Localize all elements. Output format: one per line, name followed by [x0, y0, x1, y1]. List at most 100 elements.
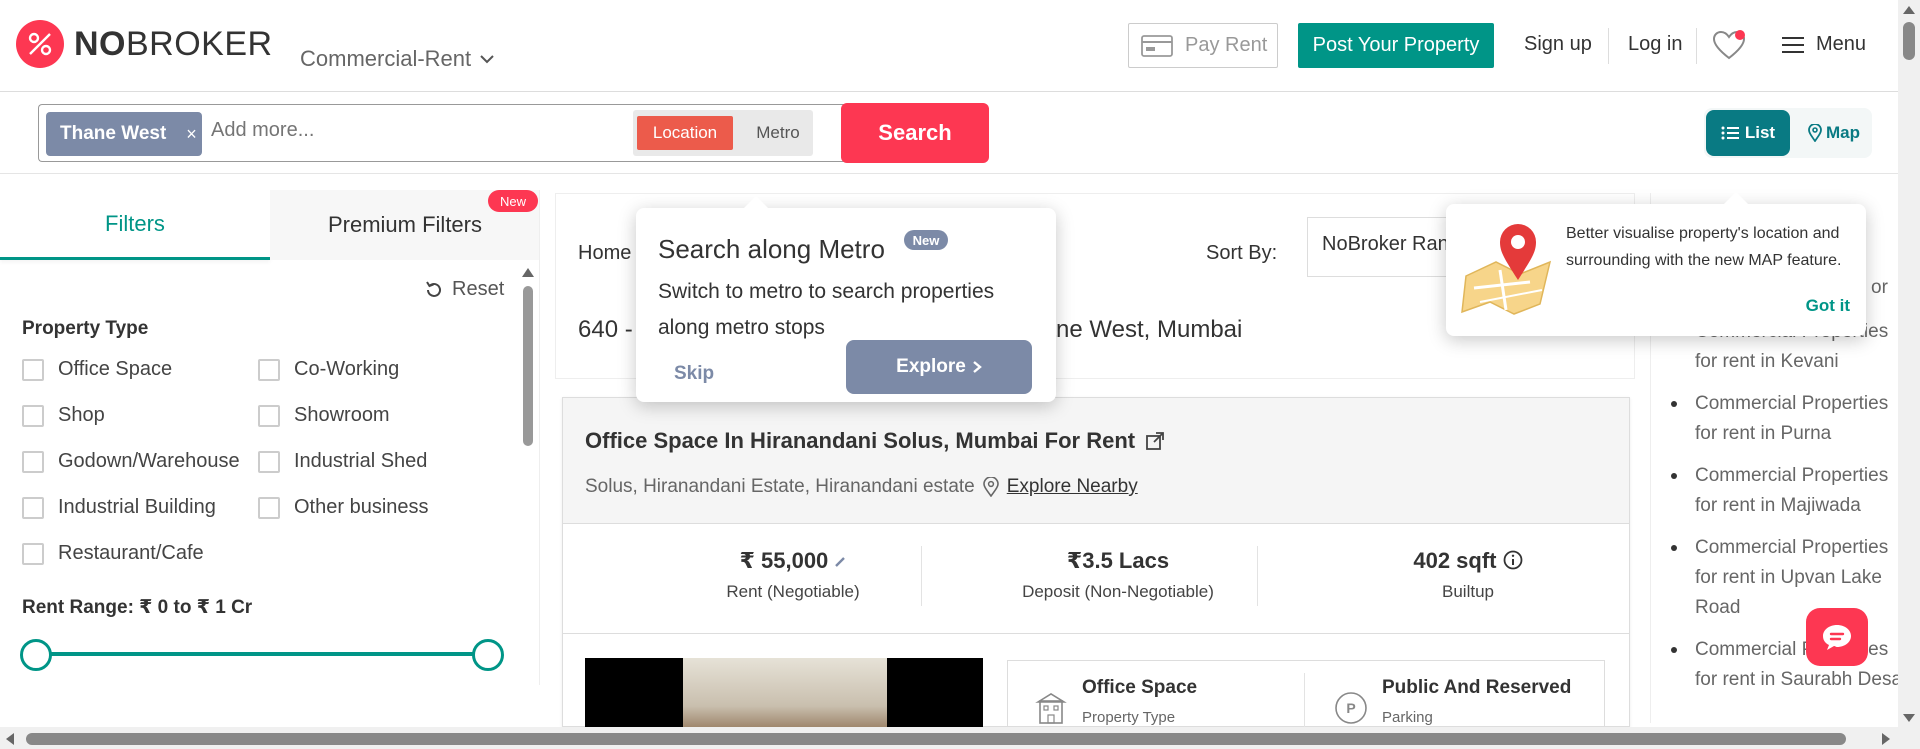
map-illustration-icon — [1461, 224, 1552, 315]
horizontal-scrollbar-thumb[interactable] — [26, 733, 1846, 745]
location-chip[interactable]: Thane West × — [46, 112, 202, 156]
reset-icon — [426, 280, 441, 297]
search-button[interactable]: Search — [841, 103, 989, 163]
checkbox-showroom[interactable]: Showroom — [258, 404, 390, 427]
rent-slider-track[interactable] — [36, 652, 488, 656]
checkbox-godown-warehouse[interactable]: Godown/Warehouse — [22, 450, 240, 473]
related-partial-text: or — [1871, 277, 1888, 298]
log-in-link[interactable]: Log in — [1628, 33, 1683, 56]
property-type-detail: Office Space Property Type — [1034, 677, 1197, 726]
search-input[interactable] — [211, 119, 611, 142]
result-location: ane West, Mumbai — [1042, 316, 1243, 343]
category-label: Commercial-Rent — [300, 46, 472, 71]
menu-label: Menu — [1816, 33, 1867, 55]
tab-filters[interactable]: Filters — [0, 190, 270, 260]
rent-slider-min-handle[interactable] — [20, 639, 52, 671]
sort-label: Sort By: — [1206, 242, 1278, 264]
credit-card-icon — [1141, 34, 1173, 57]
map-tooltip-body: Better visualise property's location and… — [1566, 225, 1842, 269]
filter-scroll-up[interactable] — [522, 268, 534, 277]
explore-button[interactable]: Explore — [846, 340, 1032, 394]
parking-detail: P Public And Reserved Parking — [1334, 677, 1571, 726]
edit-icon — [835, 557, 846, 567]
horizontal-scroll-right[interactable] — [1882, 733, 1890, 745]
location-mode-button[interactable]: Location — [637, 116, 733, 150]
filter-scrollbar-thumb[interactable] — [523, 286, 533, 446]
area-label: Builtup — [1442, 582, 1494, 601]
metro-tooltip: Search along Metro New Switch to metro t… — [636, 196, 1056, 402]
vertical-scrollbar-thumb[interactable] — [1903, 22, 1915, 60]
close-icon[interactable]: × — [186, 124, 197, 145]
checkbox-other-business[interactable]: Other business — [258, 496, 429, 519]
view-toggle: List Map — [1704, 108, 1872, 158]
stat-divider — [921, 546, 922, 606]
deposit-label: Deposit (Non-Negotiable) — [1022, 582, 1214, 601]
map-pin-icon — [1808, 124, 1822, 142]
metro-tooltip-body: Switch to metro to search properties alo… — [658, 280, 995, 339]
chevron-down-icon — [480, 55, 494, 64]
external-link-icon[interactable] — [1145, 431, 1165, 451]
rent-range-label: Rent Range: ₹ 0 to ₹ 1 Cr — [22, 597, 253, 618]
property-photo[interactable] — [585, 658, 983, 738]
explore-nearby-link[interactable]: Explore Nearby — [1007, 476, 1138, 498]
checkbox-restaurant-cafe[interactable]: Restaurant/Cafe — [22, 542, 204, 565]
logo-icon — [16, 20, 64, 68]
card-title-link[interactable]: Office Space In Hiranandani Solus, Mumba… — [585, 428, 1165, 454]
checkbox-shop[interactable]: Shop — [22, 404, 105, 427]
related-link-upvan-lake-road[interactable]: Commercial Properties for rent in Upvan … — [1671, 533, 1898, 623]
header-divider — [1696, 28, 1697, 64]
related-link-majiwada[interactable]: Commercial Properties for rent in Majiwa… — [1671, 461, 1898, 521]
property-type-label: Property Type — [1082, 709, 1176, 726]
explore-label: Explore — [896, 356, 966, 377]
building-icon — [1035, 693, 1067, 724]
rent-slider-max-handle[interactable] — [472, 639, 504, 671]
brand-name: NOBROKER — [74, 24, 273, 63]
header-divider — [1608, 28, 1609, 64]
horizontal-scroll-left[interactable] — [6, 733, 14, 745]
checkbox-co-working[interactable]: Co-Working — [258, 358, 399, 381]
notification-dot — [1735, 30, 1745, 40]
chat-icon — [1823, 625, 1851, 650]
reset-label: Reset — [452, 278, 505, 300]
checkbox-office-space[interactable]: Office Space — [22, 358, 172, 381]
card-divider — [563, 633, 1629, 634]
brand-logo[interactable]: NOBROKER — [16, 20, 273, 68]
map-view-button[interactable]: Map — [1808, 110, 1860, 156]
reset-button[interactable]: Reset — [424, 278, 504, 301]
breadcrumb-home[interactable]: Home — [578, 242, 631, 265]
vertical-scroll-down[interactable] — [1903, 714, 1915, 722]
info-icon[interactable] — [1503, 550, 1523, 570]
vertical-scroll-up[interactable] — [1903, 6, 1915, 14]
sign-up-link[interactable]: Sign up — [1524, 33, 1592, 56]
area-value: 402 sqft — [1413, 548, 1497, 573]
parking-icon: P — [1335, 692, 1367, 724]
deposit-value: ₹3.5 Lacs — [1066, 548, 1170, 573]
category-dropdown[interactable]: Commercial-Rent — [300, 46, 495, 72]
stat-divider — [1257, 546, 1258, 606]
rent-value: ₹ 55,000 — [739, 548, 829, 573]
metro-mode-button[interactable]: Metro — [743, 116, 813, 150]
list-view-button[interactable]: List — [1706, 110, 1790, 156]
related-link-purna[interactable]: Commercial Properties for rent in Purna — [1671, 389, 1898, 449]
skip-button[interactable]: Skip — [674, 363, 714, 385]
property-type-value: Office Space — [1082, 677, 1198, 698]
checkbox-industrial-shed[interactable]: Industrial Shed — [258, 450, 427, 473]
property-card[interactable]: Office Space In Hiranandani Solus, Mumba… — [562, 397, 1630, 743]
card-title: Office Space In Hiranandani Solus, Mumba… — [585, 428, 1136, 453]
photo-image — [683, 658, 887, 738]
post-property-button[interactable]: Post Your Property — [1298, 23, 1494, 68]
search-box: Thane West × Location Metro — [38, 104, 846, 162]
chat-button[interactable] — [1806, 608, 1868, 666]
metro-tooltip-title: Search along Metro — [658, 234, 885, 264]
map-view-label: Map — [1826, 123, 1860, 142]
got-it-button[interactable]: Got it — [1806, 296, 1850, 316]
pay-rent-label: Pay Rent — [1185, 34, 1268, 56]
checkbox-industrial-building[interactable]: Industrial Building — [22, 496, 216, 519]
pay-rent-button[interactable]: Pay Rent — [1128, 23, 1278, 68]
chevron-right-icon — [973, 361, 982, 373]
menu-button[interactable]: Menu — [1782, 33, 1866, 56]
top-header: NOBROKER Commercial-Rent Pay Rent Post Y… — [0, 0, 1898, 92]
vertical-scrollbar[interactable] — [1898, 0, 1920, 749]
deposit-stat: ₹3.5 Lacs Deposit (Non-Negotiable) — [983, 548, 1253, 602]
new-badge: New — [488, 190, 538, 212]
